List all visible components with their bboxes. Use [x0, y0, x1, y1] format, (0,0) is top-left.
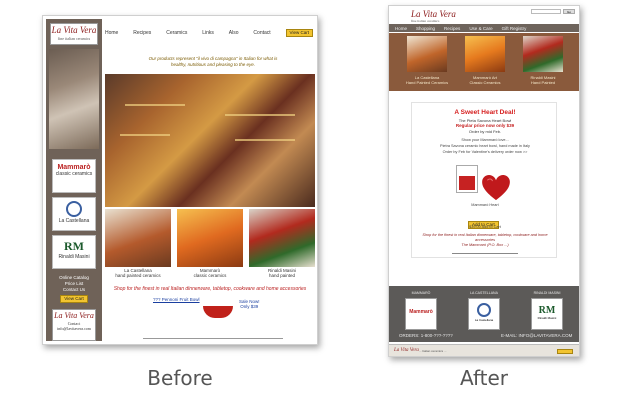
before-store-photo: [105, 74, 315, 207]
before-artisan-photo: [49, 49, 99, 149]
nav-contact[interactable]: Contact: [253, 30, 270, 36]
before-sidebar: La Vita Vera fine italian ceramics Mammar…: [46, 19, 102, 341]
nav-recipes[interactable]: Recipes: [133, 30, 151, 36]
thumb-caption-mammaro: Mammarò classic ceramics: [193, 268, 227, 278]
nav-links[interactable]: Links: [202, 30, 214, 36]
nav-home[interactable]: Home: [395, 26, 407, 31]
footer-card-mammaro[interactable]: Mammarò: [405, 298, 437, 330]
heart-bowl-icon[interactable]: [482, 175, 510, 201]
before-quote: Our products represent "il vivo di campa…: [148, 56, 278, 67]
nav-recipes[interactable]: Recipes: [444, 26, 460, 31]
thumb-castellana[interactable]: [105, 209, 171, 267]
after-bottom-bar: La Vita Vera ... Italian ceramics ...: [389, 344, 579, 356]
before-thumbnails: [105, 209, 315, 267]
after-logo[interactable]: La Vita Vera fine italian ceramics: [411, 9, 456, 23]
after-caption: After: [459, 366, 509, 390]
email-link[interactable]: E-MAIL: INFO@LAVITAVERA.COM: [501, 333, 572, 338]
footer-head-castellana: LA CASTELLANA: [470, 291, 498, 295]
footer-head-masini: RINALDI MASINI: [533, 291, 561, 295]
promo-sub2: Regular price now only $39: [455, 123, 515, 128]
bar-text: ... Italian ceramics ...: [419, 349, 447, 353]
tile-castellana[interactable]: [407, 36, 447, 72]
before-sidebar-links: Online Catalog Price List Contact Us Vie…: [50, 275, 98, 303]
red-bowl-image[interactable]: [203, 306, 233, 318]
promo-headline: A Sweet Heart Deal!: [454, 109, 516, 116]
before-nav: Home Recipes Ceramics Links Also Contact…: [105, 28, 313, 38]
product-name: Mammarò Heart: [471, 203, 499, 207]
tile-masini[interactable]: [523, 36, 563, 72]
tile-caption-mammaro: Mammarò Art Classic Ceramics: [469, 75, 501, 85]
nav-use-care[interactable]: Use & Care: [469, 26, 492, 31]
promo-line-1: Show your Mammarò love...: [461, 138, 509, 142]
thumb-caption-masini: Rinaldi Masini hand painted: [267, 268, 296, 278]
before-screenshot: La Vita Vera fine italian ceramics Mammar…: [42, 15, 318, 345]
before-logo[interactable]: La Vita Vera fine italian ceramics: [50, 23, 98, 45]
emblem-icon: [66, 201, 82, 217]
footer-card-castellana[interactable]: La Castellana: [468, 298, 500, 330]
promo-line-3[interactable]: Order by Feb for Valentine's delivery or…: [422, 150, 548, 155]
tile-caption-castellana: La Castellana Hand Painted Ceramics: [405, 75, 449, 85]
before-card-rm[interactable]: RM Rinaldi Masini: [52, 235, 96, 269]
before-card-mammaro[interactable]: Mammarò classic ceramics: [52, 159, 96, 193]
comparison-stage: La Vita Vera fine italian ceramics Mammar…: [0, 0, 640, 400]
tile-caption-masini: Rinaldi Masini Hand Painted: [530, 75, 556, 85]
search-input[interactable]: [531, 9, 561, 14]
after-screenshot: La Vita Vera fine italian ceramics Go Hom…: [388, 5, 580, 357]
footer-note: Shop for the finest in real Italian dinn…: [422, 233, 548, 242]
before-footer-logo[interactable]: La Vita Vera Contact info@lavitavera.com: [52, 309, 96, 341]
before-card-castellana[interactable]: La Castellana: [52, 197, 96, 231]
nav-gift-registry[interactable]: Gift Registry: [502, 26, 527, 31]
product-box-image[interactable]: [456, 165, 478, 193]
thumb-caption-castellana: La Castellana hand painted ceramics: [115, 268, 161, 278]
footer-card-masini[interactable]: RM Rinaldi Masini: [531, 298, 563, 330]
orders-phone: ORDERS: 1-800-???-????: [399, 333, 453, 338]
before-shop-tagline: Shop for the finest in real Italian dinn…: [113, 286, 307, 292]
search-go-button[interactable]: Go: [563, 9, 575, 14]
nav-home[interactable]: Home: [105, 30, 118, 36]
after-nav: Home Shopping Recipes Use & Care Gift Re…: [389, 24, 579, 32]
divider: [452, 253, 518, 254]
bar-button[interactable]: [557, 349, 573, 354]
emblem-icon: [477, 303, 491, 317]
promo-line-2: Pietra Savona ceramic heart bowl, hand m…: [440, 144, 530, 148]
footer-head-mammaro: MAMMARÒ: [411, 291, 431, 295]
price-line: $39.00 Add to Cart: [469, 225, 501, 229]
before-promo-link[interactable]: ??? Pennoni Fruit Bowl: [153, 297, 200, 302]
divider: [143, 338, 283, 339]
tile-mammaro[interactable]: [465, 36, 505, 72]
thumb-mammaro[interactable]: [177, 209, 243, 267]
nav-ceramics[interactable]: Ceramics: [166, 30, 187, 36]
after-content-panel: A Sweet Heart Deal! The Pieta Savona Hea…: [411, 102, 557, 258]
nav-also[interactable]: Also: [229, 30, 239, 36]
after-header: La Vita Vera fine italian ceramics Go: [389, 6, 579, 23]
before-sidebar-cart-button[interactable]: View Cart: [60, 295, 88, 303]
nav-shopping[interactable]: Shopping: [416, 26, 435, 31]
before-sale-link[interactable]: Sale Now! Only $39: [239, 299, 260, 309]
before-caption: Before: [147, 366, 213, 390]
footer-note-2: The Mammarò (P.O. Box ...): [461, 243, 509, 247]
thumb-masini[interactable]: [249, 209, 315, 267]
sidebar-link-contact[interactable]: Contact Us: [50, 287, 98, 293]
bar-logo[interactable]: La Vita Vera: [394, 348, 419, 353]
promo-sub3: Order by mid Feb.: [468, 129, 502, 134]
before-view-cart-button[interactable]: View Cart: [285, 29, 313, 37]
